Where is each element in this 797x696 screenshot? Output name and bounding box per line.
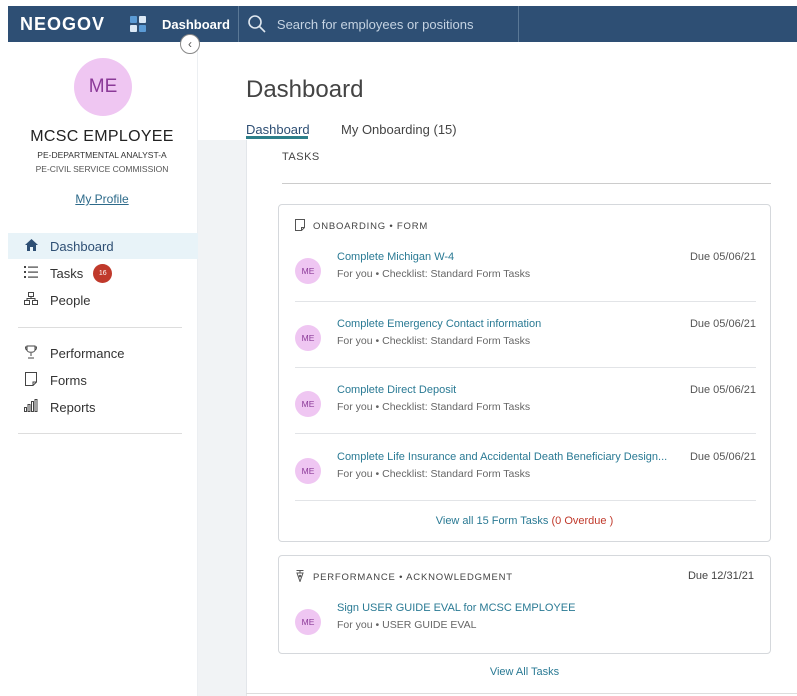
task-due-date: Due 05/06/21 bbox=[689, 451, 756, 463]
view-all-form-tasks-link[interactable]: View all 15 Form Tasks (0 Overdue ) bbox=[279, 515, 770, 527]
tab-dashboard[interactable]: Dashboard bbox=[246, 122, 310, 137]
sidebar-item-label: Reports bbox=[50, 399, 96, 415]
sidebar-item-label: People bbox=[50, 292, 91, 308]
sidebar-item-label: Performance bbox=[50, 345, 125, 361]
task-item[interactable]: ME Complete Life Insurance and Accidenta… bbox=[295, 449, 756, 501]
tasks-heading: TASKS bbox=[282, 151, 320, 163]
chevron-left-icon: ‹ bbox=[188, 37, 192, 51]
task-due-date: Due 05/06/21 bbox=[689, 384, 756, 396]
card-header: PERFORMANCE • ACKNOWLEDGMENT bbox=[295, 570, 513, 585]
page-title: Dashboard bbox=[246, 76, 364, 103]
form-icon bbox=[295, 219, 305, 234]
onboarding-form-card: ONBOARDING • FORM ME Complete Michigan W… bbox=[278, 204, 771, 542]
task-separator bbox=[295, 433, 756, 434]
tab-my-onboarding[interactable]: My Onboarding (15) bbox=[341, 122, 457, 137]
view-all-tasks-link[interactable]: View All Tasks bbox=[278, 666, 771, 678]
search-bar bbox=[239, 6, 519, 42]
task-item[interactable]: ME Complete Direct Deposit For you • Che… bbox=[295, 382, 756, 434]
sidebar-divider bbox=[18, 433, 182, 434]
collapse-sidebar-button[interactable]: ‹ bbox=[180, 34, 200, 54]
task-separator bbox=[295, 301, 756, 302]
search-input[interactable] bbox=[276, 16, 517, 32]
card-header: ONBOARDING • FORM bbox=[295, 219, 428, 234]
profile-avatar: ME bbox=[74, 58, 132, 116]
panel-bottom-border bbox=[246, 693, 797, 694]
sidebar-item-forms[interactable]: Forms bbox=[8, 367, 198, 393]
task-title-link[interactable]: Sign USER GUIDE EVAL for MCSC EMPLOYEE bbox=[337, 602, 575, 614]
sidebar-item-tasks[interactable]: Tasks 16 bbox=[8, 260, 198, 286]
task-subtitle: For you • Checklist: Standard Form Tasks bbox=[337, 468, 531, 480]
performance-acknowledgment-card: PERFORMANCE • ACKNOWLEDGMENT Due 12/31/2… bbox=[278, 555, 771, 654]
employee-department: PE-CIVIL SERVICE COMMISSION bbox=[35, 164, 169, 174]
avatar: ME bbox=[295, 391, 321, 417]
content-gutter bbox=[198, 140, 246, 696]
section-divider bbox=[282, 183, 771, 184]
top-navigation-bar: NEOGOV Dashboard bbox=[8, 6, 797, 42]
sidebar-item-reports[interactable]: Reports bbox=[8, 394, 198, 420]
task-subtitle: For you • Checklist: Standard Form Tasks bbox=[337, 401, 531, 413]
task-subtitle: For you • Checklist: Standard Form Tasks bbox=[337, 268, 531, 280]
task-item[interactable]: ME Complete Michigan W-4 For you • Check… bbox=[295, 249, 756, 301]
sidebar-item-dashboard[interactable]: Dashboard bbox=[8, 233, 198, 259]
trophy-icon bbox=[22, 345, 40, 362]
task-item[interactable]: ME Complete Emergency Contact informatio… bbox=[295, 316, 756, 368]
sidebar-item-label: Dashboard bbox=[50, 238, 114, 254]
tasks-count-badge: 16 bbox=[93, 263, 113, 283]
sidebar-item-performance[interactable]: Performance bbox=[8, 340, 198, 366]
employee-title: PE-DEPARTMENTAL ANALYST-A bbox=[37, 150, 167, 160]
sidebar: ME MCSC EMPLOYEE PE-DEPARTMENTAL ANALYST… bbox=[8, 42, 198, 696]
list-icon bbox=[22, 265, 40, 281]
sidebar-divider bbox=[18, 327, 182, 328]
task-due-date: Due 05/06/21 bbox=[689, 251, 756, 263]
search-icon bbox=[248, 15, 266, 33]
app-switcher-label: Dashboard bbox=[162, 16, 230, 32]
task-due-date: Due 05/06/21 bbox=[689, 318, 756, 330]
bar-chart-icon bbox=[22, 399, 40, 415]
avatar: ME bbox=[295, 609, 321, 635]
task-title-link[interactable]: Complete Direct Deposit bbox=[337, 384, 456, 396]
sidebar-item-label: Tasks bbox=[50, 265, 84, 281]
task-separator bbox=[295, 367, 756, 368]
view-all-form-tasks-label[interactable]: View all 15 Form Tasks bbox=[436, 515, 549, 527]
task-subtitle: For you • USER GUIDE EVAL bbox=[337, 619, 477, 631]
task-subtitle: For you • Checklist: Standard Form Tasks bbox=[337, 335, 531, 347]
sidebar-item-people[interactable]: People bbox=[8, 287, 198, 313]
task-title-link[interactable]: Complete Emergency Contact information bbox=[337, 318, 541, 330]
active-tab-indicator bbox=[246, 136, 308, 139]
employee-name: MCSC EMPLOYEE bbox=[30, 128, 174, 145]
home-icon bbox=[22, 238, 40, 254]
task-due-date: Due 12/31/21 bbox=[687, 570, 754, 582]
avatar: ME bbox=[295, 325, 321, 351]
document-icon bbox=[22, 371, 40, 389]
neogov-logo[interactable]: NEOGOV bbox=[8, 14, 130, 35]
pen-icon bbox=[295, 570, 305, 585]
task-separator bbox=[295, 500, 756, 501]
avatar: ME bbox=[295, 458, 321, 484]
sidebar-item-label: Forms bbox=[50, 372, 87, 388]
card-header-label: PERFORMANCE • ACKNOWLEDGMENT bbox=[313, 572, 513, 583]
org-chart-icon bbox=[22, 292, 40, 308]
card-header-label: ONBOARDING • FORM bbox=[313, 221, 429, 232]
task-title-link[interactable]: Complete Michigan W-4 bbox=[337, 251, 454, 263]
avatar: ME bbox=[295, 258, 321, 284]
app-grid-icon bbox=[130, 16, 146, 32]
my-profile-link[interactable]: My Profile bbox=[8, 192, 196, 206]
task-item[interactable]: ME Sign USER GUIDE EVAL for MCSC EMPLOYE… bbox=[295, 600, 756, 652]
task-title-link[interactable]: Complete Life Insurance and Accidental D… bbox=[337, 451, 667, 463]
overdue-count: (0 Overdue ) bbox=[551, 515, 614, 527]
